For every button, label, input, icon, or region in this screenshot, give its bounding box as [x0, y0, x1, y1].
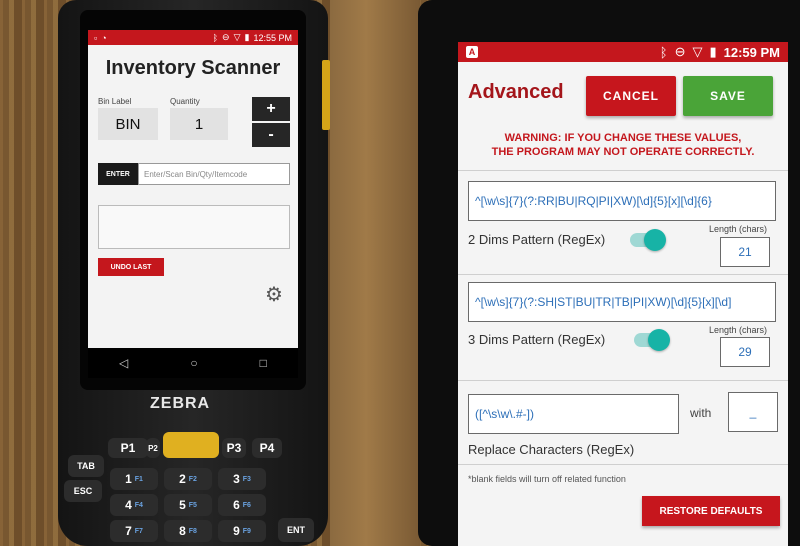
- toggle-knob: [648, 329, 670, 351]
- replace-characters-label: Replace Characters (RegEx): [468, 442, 635, 457]
- key-esc[interactable]: ESC: [64, 480, 102, 502]
- key-p1[interactable]: P1: [108, 438, 148, 458]
- recents-icon[interactable]: □: [260, 356, 267, 370]
- cancel-button[interactable]: CANCEL: [586, 76, 676, 116]
- warning-line-1: WARNING: IF YOU CHANGE THESE VALUES,: [504, 132, 742, 144]
- bin-field[interactable]: BIN: [98, 108, 158, 140]
- quantity-minus-button[interactable]: -: [252, 123, 290, 147]
- wifi-icon: ▽: [233, 32, 241, 42]
- warning-message: WARNING: IF YOU CHANGE THESE VALUES, THE…: [458, 131, 788, 159]
- enter-button[interactable]: ENTER: [98, 163, 138, 185]
- replace-with-input[interactable]: _: [728, 392, 778, 432]
- blank-fields-note: *blank fields will turn off related func…: [468, 474, 626, 484]
- toggle-knob: [644, 229, 666, 251]
- key-p3[interactable]: P3: [222, 438, 246, 458]
- quantity-caption: Quantity: [170, 97, 200, 106]
- replace-characters-input[interactable]: ([^\s\w\.#-]): [468, 394, 679, 434]
- home-icon[interactable]: ○: [190, 356, 197, 370]
- key-8[interactable]: 8 F8: [164, 520, 212, 542]
- bin-label-caption: Bin Label: [98, 97, 132, 106]
- gear-icon[interactable]: ⚙: [263, 284, 285, 306]
- right-status-bar: A ᛒ ⊖ ▽ ▮ 12:59 PM: [458, 42, 788, 62]
- divider: [458, 274, 788, 275]
- back-icon[interactable]: ◁: [119, 356, 128, 370]
- left-status-bar: ▫ ◔ ᛒ ⊖ ▽ ▮ 12:55 PM: [88, 30, 298, 45]
- notification-icon: ▫: [94, 32, 98, 43]
- scan-input[interactable]: Enter/Scan Bin/Qty/Itemcode: [138, 163, 290, 185]
- side-scan-button[interactable]: [322, 60, 330, 130]
- enter-row: ENTER Enter/Scan Bin/Qty/Itemcode: [98, 163, 290, 185]
- key-ent[interactable]: ENT: [278, 518, 314, 542]
- bluetooth-icon: ᛒ: [212, 32, 219, 43]
- key-tab[interactable]: TAB: [68, 455, 104, 477]
- bluetooth-icon: ᛒ: [659, 44, 668, 60]
- dnd-icon: ⊖: [222, 32, 230, 42]
- key-7[interactable]: 7 F7: [110, 520, 158, 542]
- three-dims-length-input[interactable]: 29: [720, 337, 770, 367]
- undo-last-button[interactable]: UNDO LAST: [98, 258, 164, 276]
- left-nav-bar: ◁ ○ □: [88, 348, 298, 378]
- dnd-icon: ⊖: [674, 44, 686, 59]
- key-p4[interactable]: P4: [252, 438, 282, 458]
- signal-icon: ◔: [101, 32, 107, 43]
- page-title: Advanced: [468, 81, 564, 103]
- scan-trigger-key[interactable]: [163, 432, 219, 458]
- divider: [458, 380, 788, 381]
- warning-line-2: THE PROGRAM MAY NOT OPERATE CORRECTLY.: [491, 146, 755, 158]
- divider: [458, 170, 788, 171]
- key-5[interactable]: 5 F5: [164, 494, 212, 516]
- app-notification-icon: A: [466, 46, 478, 58]
- quantity-field[interactable]: 1: [170, 108, 228, 140]
- key-9[interactable]: 9 F9: [218, 520, 266, 542]
- three-dims-pattern-input[interactable]: ^[\w\s]{7}(?:SH|ST|BU|TR|TB|PI|XW)[\d]{5…: [468, 282, 776, 322]
- right-screen: A ᛒ ⊖ ▽ ▮ 12:59 PM Advanced CANCEL SAVE …: [458, 42, 788, 546]
- with-label: with: [690, 406, 712, 420]
- three-dims-toggle[interactable]: [634, 329, 670, 351]
- key-p2[interactable]: P2: [146, 438, 160, 458]
- key-4[interactable]: 4 F4: [110, 494, 158, 516]
- two-dims-length-label: Length (chars): [709, 224, 768, 234]
- battery-icon: ▮: [244, 32, 250, 42]
- two-dims-toggle[interactable]: [630, 229, 666, 251]
- two-dims-length-input[interactable]: 21: [720, 237, 770, 267]
- scan-log-area: [98, 205, 290, 249]
- left-status-time: 12:55 PM: [253, 32, 292, 43]
- two-dims-pattern-label: 2 Dims Pattern (RegEx): [468, 232, 606, 247]
- left-screen: ▫ ◔ ᛒ ⊖ ▽ ▮ 12:55 PM Inventory Scanner B…: [88, 30, 298, 348]
- battery-icon: ▮: [709, 44, 717, 59]
- save-button[interactable]: SAVE: [683, 76, 773, 116]
- restore-defaults-button[interactable]: RESTORE DEFAULTS: [642, 496, 780, 526]
- key-1[interactable]: 1 F1: [110, 468, 158, 490]
- key-2[interactable]: 2 F2: [164, 468, 212, 490]
- two-dims-pattern-input[interactable]: ^[\w\s]{7}(?:RR|BU|RQ|PI|XW)[\d]{5}[x][\…: [468, 181, 776, 221]
- app-title: Inventory Scanner: [105, 57, 281, 79]
- brand-logo: ZEBRA: [150, 395, 211, 412]
- key-3[interactable]: 3 F3: [218, 468, 266, 490]
- three-dims-length-label: Length (chars): [709, 325, 768, 335]
- three-dims-pattern-label: 3 Dims Pattern (RegEx): [468, 332, 606, 347]
- divider: [458, 464, 788, 465]
- right-status-time: 12:59 PM: [723, 44, 780, 60]
- quantity-plus-button[interactable]: +: [252, 97, 290, 121]
- wifi-icon: ▽: [692, 44, 703, 59]
- wood-background-center: [330, 0, 420, 546]
- key-6[interactable]: 6 F6: [218, 494, 266, 516]
